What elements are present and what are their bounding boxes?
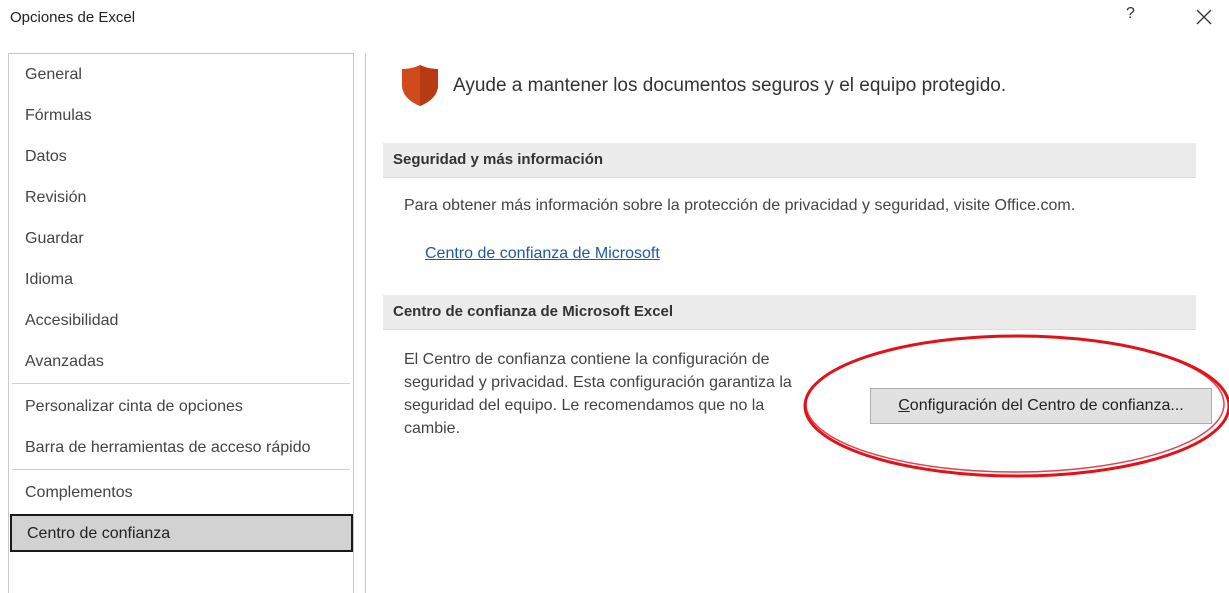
window-title: Opciones de Excel — [10, 9, 136, 26]
sidebar-item-avanzadas[interactable]: Avanzadas — [9, 346, 353, 378]
shield-icon — [402, 65, 438, 106]
options-sidebar: General Fórmulas Datos Revisión Guardar … — [8, 53, 354, 593]
section-header-centro-confianza: Centro de confianza de Microsoft Excel — [383, 295, 1196, 330]
description-line: seguridad del equipo. Le recomendamos qu… — [404, 397, 765, 414]
microsoft-trust-center-link[interactable]: Centro de confianza de Microsoft — [425, 245, 660, 263]
sidebar-item-formulas[interactable]: Fórmulas — [9, 100, 353, 132]
sidebar-divider — [12, 469, 350, 470]
sidebar-divider — [12, 383, 350, 384]
button-mnemonic: C — [898, 397, 910, 414]
security-info-text: Para obtener más información sobre la pr… — [404, 197, 1076, 214]
sidebar-item-revision[interactable]: Revisión — [9, 182, 353, 214]
sidebar-item-guardar[interactable]: Guardar — [9, 223, 353, 255]
sidebar-item-accesibilidad[interactable]: Accesibilidad — [9, 305, 353, 337]
description-line: El Centro de confianza contiene la confi… — [404, 351, 770, 368]
sidebar-item-complementos[interactable]: Complementos — [9, 477, 353, 509]
sidebar-item-centro-de-confianza[interactable]: Centro de confianza — [10, 514, 353, 552]
title-bar: Opciones de Excel ? — [0, 0, 1229, 38]
page-headline: Ayude a mantener los documentos seguros … — [453, 75, 1007, 96]
close-icon[interactable] — [1193, 6, 1215, 28]
description-line: cambie. — [404, 420, 461, 437]
section-header-seguridad: Seguridad y más información — [383, 143, 1196, 178]
sidebar-item-datos[interactable]: Datos — [9, 141, 353, 173]
button-label: onfiguración del Centro de confianza... — [909, 397, 1184, 414]
help-button[interactable]: ? — [1126, 5, 1135, 23]
sidebar-item-idioma[interactable]: Idioma — [9, 264, 353, 296]
trust-center-settings-button[interactable]: Configuración del Centro de confianza... — [870, 388, 1212, 424]
main-panel: Ayude a mantener los documentos seguros … — [365, 53, 1229, 593]
trust-center-description: El Centro de confianza contiene la confi… — [404, 348, 844, 440]
sidebar-item-barra-acceso-rapido[interactable]: Barra de herramientas de acceso rápido — [9, 432, 353, 464]
description-line: seguridad y privacidad. Esta configuraci… — [404, 374, 792, 391]
sidebar-item-general[interactable]: General — [9, 59, 353, 91]
sidebar-item-personalizar-cinta[interactable]: Personalizar cinta de opciones — [9, 391, 353, 423]
